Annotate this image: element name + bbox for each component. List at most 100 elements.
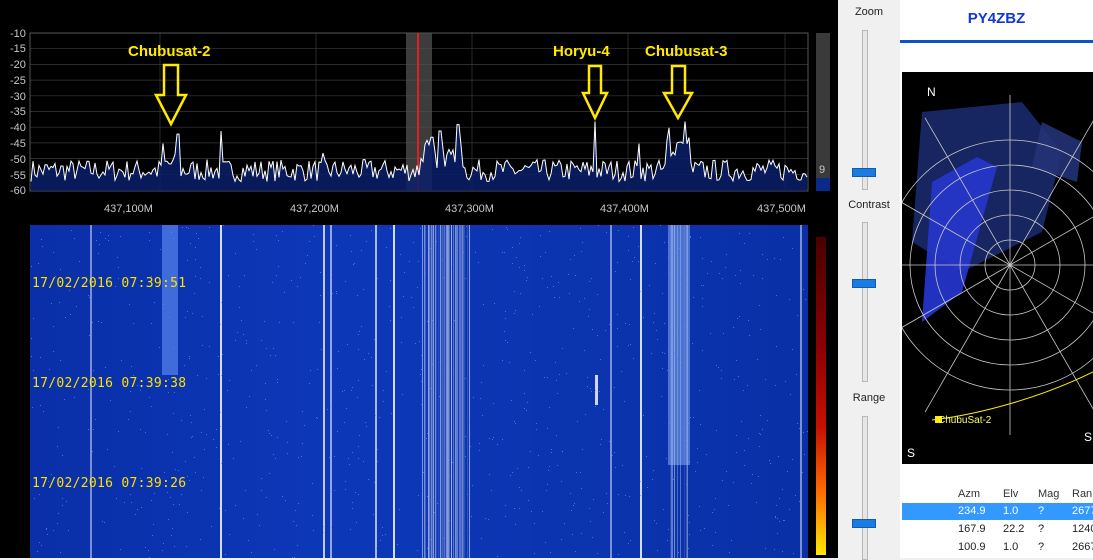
satellite-table[interactable]: Azm Elv Mag Ran 234.9 1.0 ? 2677 167.9 2… [902, 482, 1093, 558]
noise-speck [574, 503, 575, 504]
noise-speck [47, 534, 48, 535]
noise-speck [359, 435, 360, 436]
noise-speck [547, 287, 548, 288]
noise-speck [686, 484, 687, 485]
noise-speck [302, 443, 303, 444]
noise-speck [509, 362, 510, 363]
noise-speck [222, 354, 223, 355]
noise-speck [389, 306, 390, 307]
noise-speck [792, 248, 793, 249]
spectrum-panel[interactable]: -10 -15 -20 -25 -30 -35 -40 -45 -50 -55 … [0, 0, 838, 225]
noise-speck [570, 493, 571, 494]
noise-speck [584, 350, 585, 351]
noise-speck [220, 324, 221, 325]
column-header[interactable]: Elv [1003, 488, 1018, 500]
noise-speck [243, 334, 244, 335]
noise-speck [225, 510, 226, 511]
noise-speck [548, 470, 549, 471]
signal-line [640, 225, 642, 558]
noise-speck [654, 313, 655, 314]
noise-speck [141, 468, 142, 469]
noise-speck [71, 230, 72, 231]
noise-speck [420, 228, 421, 229]
y-tick-label: -45 [10, 138, 26, 150]
noise-speck [803, 432, 804, 433]
noise-speck [58, 427, 59, 428]
noise-speck [397, 544, 398, 545]
range-slider-thumb[interactable] [852, 519, 876, 528]
noise-speck [74, 238, 75, 239]
spectrum-plot[interactable]: -10 -15 -20 -25 -30 -35 -40 -45 -50 -55 … [0, 0, 838, 225]
noise-speck [630, 279, 631, 280]
noise-speck [60, 360, 61, 361]
contrast-slider-track[interactable] [862, 222, 868, 382]
noise-speck [268, 430, 269, 431]
noise-speck [351, 251, 352, 252]
noise-speck [345, 481, 346, 482]
noise-speck [492, 439, 493, 440]
noise-speck [668, 350, 669, 351]
noise-speck [57, 446, 58, 447]
column-header[interactable]: Azm [958, 488, 980, 500]
noise-speck [551, 452, 552, 453]
noise-speck [331, 527, 332, 528]
noise-speck [373, 514, 374, 515]
noise-speck [721, 370, 722, 371]
noise-speck [664, 323, 665, 324]
noise-speck [173, 347, 174, 348]
noise-speck [459, 445, 460, 446]
noise-speck [634, 257, 635, 258]
noise-speck [472, 485, 473, 486]
noise-speck [554, 297, 555, 298]
noise-speck [277, 437, 278, 438]
signal-column [421, 225, 422, 558]
noise-speck [506, 227, 507, 228]
waterfall-panel[interactable]: 17/02/2016 07:39:51 17/02/2016 07:39:38 … [0, 225, 838, 558]
noise-speck [228, 275, 229, 276]
noise-speck [391, 413, 392, 414]
noise-speck [539, 306, 540, 307]
table-row[interactable]: 100.9 1.0 ? 2667 [902, 539, 1093, 556]
noise-speck [573, 328, 574, 329]
range-slider-track[interactable] [862, 416, 868, 560]
zoom-slider-thumb[interactable] [852, 168, 876, 177]
noise-speck [151, 500, 152, 501]
noise-speck [609, 324, 610, 325]
noise-speck [377, 278, 378, 279]
contrast-slider-thumb[interactable] [852, 279, 876, 288]
y-axis-labels: -10 -15 -20 -25 -30 -35 -40 -45 -50 -55 … [10, 28, 26, 197]
y-tick-label: -50 [10, 154, 26, 166]
noise-speck [532, 314, 533, 315]
signal-line [610, 225, 612, 558]
noise-speck [512, 247, 513, 248]
noise-speck [53, 351, 54, 352]
noise-speck [200, 539, 201, 540]
noise-speck [204, 409, 205, 410]
noise-speck [336, 291, 337, 292]
noise-speck [427, 548, 428, 549]
noise-speck [40, 357, 41, 358]
noise-speck [100, 232, 101, 233]
zoom-slider-track[interactable] [862, 30, 868, 190]
noise-speck [38, 263, 39, 264]
signal-burst [668, 225, 690, 465]
table-row[interactable]: 167.9 22.2 ? 1240 [902, 521, 1093, 538]
noise-speck [429, 422, 430, 423]
noise-speck [706, 454, 707, 455]
noise-speck [652, 479, 653, 480]
noise-speck [580, 472, 581, 473]
noise-speck [329, 457, 330, 458]
column-header[interactable]: Mag [1038, 488, 1059, 500]
sky-radar[interactable]: N S S ChubuSat-2 [902, 72, 1093, 464]
waterfall-display[interactable] [30, 225, 808, 558]
signal-column [464, 225, 465, 558]
noise-speck [505, 318, 506, 319]
noise-speck [244, 275, 245, 276]
noise-speck [364, 359, 365, 360]
noise-speck [597, 294, 598, 295]
noise-speck [668, 529, 669, 530]
noise-speck [59, 302, 60, 303]
table-row[interactable]: 234.9 1.0 ? 2677 [902, 503, 1093, 520]
column-header[interactable]: Ran [1072, 488, 1092, 500]
noise-speck [192, 313, 193, 314]
